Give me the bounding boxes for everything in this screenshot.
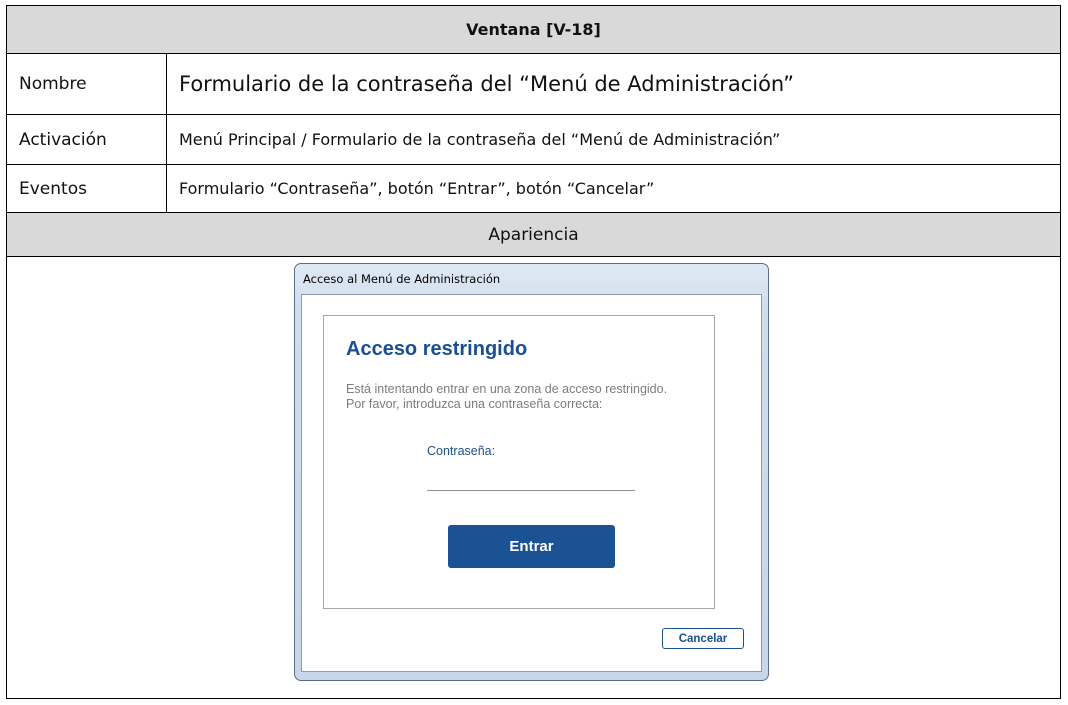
row-value-eventos: Formulario “Contraseña”, botón “Entrar”,… xyxy=(179,179,655,198)
row-value-activacion: Menú Principal / Formulario de la contra… xyxy=(179,130,781,149)
restricted-access-panel: Acceso restringido Está intentando entra… xyxy=(323,315,715,609)
appearance-header: Apariencia xyxy=(488,224,579,245)
row-nombre: Nombre Formulario de la contraseña del “… xyxy=(7,53,1060,114)
enter-button[interactable]: Entrar xyxy=(448,525,615,568)
appearance-header-row: Apariencia xyxy=(7,212,1060,256)
row-label-eventos: Eventos xyxy=(7,165,167,212)
password-input[interactable] xyxy=(427,470,635,491)
table-title-row: Ventana [V-18] xyxy=(7,6,1060,53)
dialog-client-area: Acceso restringido Está intentando entra… xyxy=(301,294,762,672)
row-label-nombre: Nombre xyxy=(7,54,167,114)
cancel-button[interactable]: Cancelar xyxy=(662,628,744,649)
password-dialog: Acceso al Menú de Administración Acceso … xyxy=(294,263,769,681)
row-value-nombre: Formulario de la contraseña del “Menú de… xyxy=(179,72,794,96)
description-line-1: Está intentando entrar en una zona de ac… xyxy=(346,382,668,396)
password-label: Contraseña: xyxy=(427,444,496,458)
restricted-description: Está intentando entrar en una zona de ac… xyxy=(346,382,716,412)
row-eventos: Eventos Formulario “Contraseña”, botón “… xyxy=(7,164,1060,212)
restricted-heading: Acceso restringido xyxy=(346,338,528,360)
description-line-2: Por favor, introduzca una contraseña cor… xyxy=(346,397,603,411)
table-title: Ventana [V-18] xyxy=(466,20,601,39)
row-activacion: Activación Menú Principal / Formulario d… xyxy=(7,114,1060,164)
row-label-activacion: Activación xyxy=(7,115,167,164)
dialog-window-title: Acceso al Menú de Administración xyxy=(303,272,501,286)
